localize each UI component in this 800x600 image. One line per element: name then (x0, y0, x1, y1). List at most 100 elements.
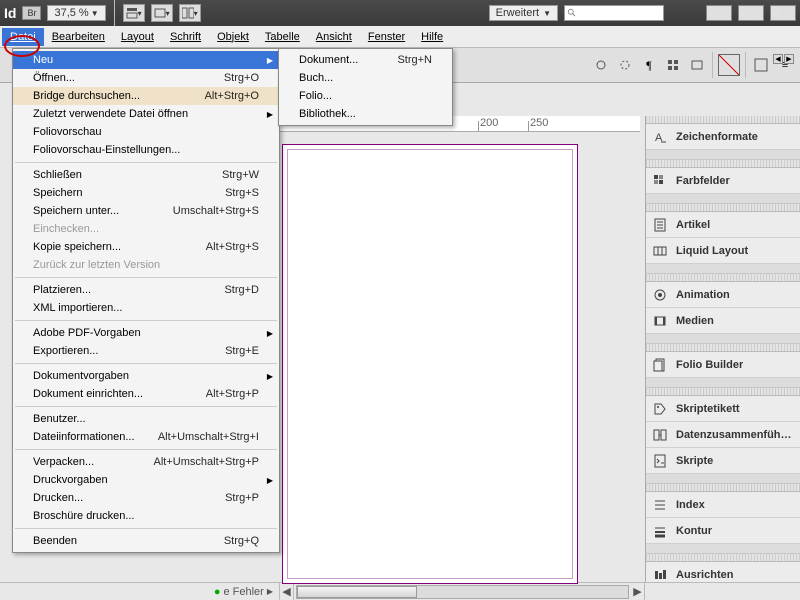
tool-icon[interactable] (686, 54, 708, 76)
file-menu-item[interactable]: Benutzer... (13, 410, 279, 428)
panel-merge[interactable]: Datenzusammenfüh… (646, 422, 800, 448)
bridge-badge[interactable]: Br (22, 6, 41, 20)
menu-bearbeiten[interactable]: Bearbeiten (44, 28, 113, 46)
neu-submenu-item[interactable]: Buch... (279, 69, 452, 87)
submenu-arrow-icon: ▶ (267, 476, 273, 485)
h-scrollbar[interactable] (296, 585, 629, 599)
file-menu-item[interactable]: Foliovorschau (13, 123, 279, 141)
menu-separator (15, 277, 277, 278)
file-menu-item[interactable]: SpeichernStrg+S (13, 184, 279, 202)
panel-script[interactable]: Skripte (646, 448, 800, 474)
menu-label: Foliovorschau (33, 126, 259, 138)
panel-grip[interactable] (646, 160, 800, 168)
file-dropdown: Neu▶Öffnen...Strg+OBridge durchsuchen...… (12, 48, 280, 553)
menu-separator (15, 320, 277, 321)
neu-submenu-item[interactable]: Bibliothek... (279, 105, 452, 123)
neu-submenu-item[interactable]: Folio... (279, 87, 452, 105)
panel-collapse[interactable]: ◀ ▶ (773, 54, 794, 64)
menu-shortcut: Strg+D (224, 284, 259, 296)
fill-none-icon[interactable] (718, 54, 740, 76)
file-menu-item[interactable]: Adobe PDF-Vorgaben ▶ (13, 324, 279, 342)
collapse-left-icon[interactable]: ◀ (773, 54, 783, 64)
tool-icon[interactable] (590, 54, 612, 76)
panel-article[interactable]: Artikel (646, 212, 800, 238)
tool-paragraph-icon[interactable]: ¶ (638, 54, 660, 76)
scroll-right[interactable]: ▶ (631, 583, 645, 600)
panel-grip[interactable] (646, 388, 800, 396)
file-menu-item[interactable]: Zuletzt verwendete Datei öffnen▶ (13, 105, 279, 123)
file-menu-item[interactable]: Bridge durchsuchen...Alt+Strg+O (13, 87, 279, 105)
panel-gap (646, 194, 800, 204)
scroll-thumb[interactable] (297, 586, 417, 598)
panel-media[interactable]: Medien (646, 308, 800, 334)
menu-objekt[interactable]: Objekt (209, 28, 257, 46)
file-menu-item[interactable]: Verpacken...Alt+Umschalt+Strg+P (13, 453, 279, 471)
search-input[interactable] (564, 5, 664, 21)
panel-swatch[interactable]: Farbfelder (646, 168, 800, 194)
status-errors[interactable]: ●e Fehler▶ (0, 583, 280, 600)
panel-grip[interactable] (646, 484, 800, 492)
neu-submenu-item[interactable]: Dokument...Strg+N (279, 51, 452, 69)
view-options-icon[interactable]: ▾ (123, 4, 145, 22)
file-menu-item[interactable]: Öffnen...Strg+O (13, 69, 279, 87)
file-menu-item[interactable]: Drucken...Strg+P (13, 489, 279, 507)
file-menu-item[interactable]: BeendenStrg+Q (13, 532, 279, 550)
stroke-icon (652, 523, 668, 539)
menu-fenster[interactable]: Fenster (360, 28, 413, 46)
menu-layout[interactable]: Layout (113, 28, 162, 46)
panel-grip[interactable] (646, 204, 800, 212)
panel-stroke[interactable]: Kontur (646, 518, 800, 544)
menu-bar: Datei Bearbeiten Layout Schrift Objekt T… (0, 26, 800, 48)
collapse-right-icon[interactable]: ▶ (784, 54, 794, 64)
file-menu-item[interactable]: Speichern unter...Umschalt+Strg+S (13, 202, 279, 220)
panel-grip[interactable] (646, 274, 800, 282)
arrange-docs-icon[interactable]: ▾ (179, 4, 201, 22)
minimize-button[interactable]: ─ (706, 5, 732, 21)
menu-label: Dokument einrichten... (33, 388, 206, 400)
menu-ansicht[interactable]: Ansicht (308, 28, 360, 46)
workspace-switcher[interactable]: Erweitert▼ (489, 5, 558, 21)
menu-label: Druckvorgaben (33, 474, 259, 486)
close-button[interactable]: ✕ (770, 5, 796, 21)
tool-icon[interactable] (614, 54, 636, 76)
file-menu-item[interactable]: XML importieren... (13, 299, 279, 317)
screen-mode-icon[interactable]: ▾ (151, 4, 173, 22)
menu-hilfe[interactable]: Hilfe (413, 28, 451, 46)
file-menu-item[interactable]: Druckvorgaben ▶ (13, 471, 279, 489)
menu-label: Speichern (33, 187, 225, 199)
file-menu-item[interactable]: Dateiinformationen...Alt+Umschalt+Strg+I (13, 428, 279, 446)
panel-grip[interactable] (646, 554, 800, 562)
file-menu-item[interactable]: Neu▶ (13, 51, 279, 69)
tool-icon[interactable] (662, 54, 684, 76)
menu-tabelle[interactable]: Tabelle (257, 28, 308, 46)
document-page[interactable] (282, 144, 578, 584)
panel-index[interactable]: Index (646, 492, 800, 518)
panel-align[interactable]: Ausrichten (646, 562, 800, 582)
file-menu-item[interactable]: Platzieren...Strg+D (13, 281, 279, 299)
menu-separator (15, 363, 277, 364)
maximize-button[interactable]: ☐ (738, 5, 764, 21)
file-menu-item[interactable]: Exportieren...Strg+E (13, 342, 279, 360)
menu-schrift[interactable]: Schrift (162, 28, 209, 46)
panel-tag[interactable]: Skriptetikett (646, 396, 800, 422)
zoom-combo[interactable]: 37,5 %▼ (47, 5, 105, 21)
panel-grip[interactable] (646, 116, 800, 124)
panel-folio[interactable]: Folio Builder (646, 352, 800, 378)
file-menu-item[interactable]: Broschüre drucken... (13, 507, 279, 525)
panel-label: Datenzusammenfüh… (676, 429, 792, 441)
panel-char[interactable]: AZeichenformate (646, 124, 800, 150)
submenu-arrow-icon: ▶ (267, 329, 273, 338)
file-menu-item[interactable]: Dokumentvorgaben▶ (13, 367, 279, 385)
file-menu-item[interactable]: Foliovorschau-Einstellungen... (13, 141, 279, 159)
panel-grip[interactable] (646, 344, 800, 352)
file-menu-item[interactable]: Kopie speichern...Alt+Strg+S (13, 238, 279, 256)
file-menu-item[interactable]: SchließenStrg+W (13, 166, 279, 184)
panel-liquid[interactable]: Liquid Layout (646, 238, 800, 264)
scroll-left[interactable]: ◀ (280, 583, 294, 600)
menu-label: Adobe PDF-Vorgaben (33, 327, 259, 339)
file-menu-item[interactable]: Dokument einrichten...Alt+Strg+P (13, 385, 279, 403)
menu-datei[interactable]: Datei (2, 28, 44, 46)
tool-icon[interactable] (750, 54, 772, 76)
menu-shortcut: Strg+W (222, 169, 259, 181)
panel-anim[interactable]: Animation (646, 282, 800, 308)
